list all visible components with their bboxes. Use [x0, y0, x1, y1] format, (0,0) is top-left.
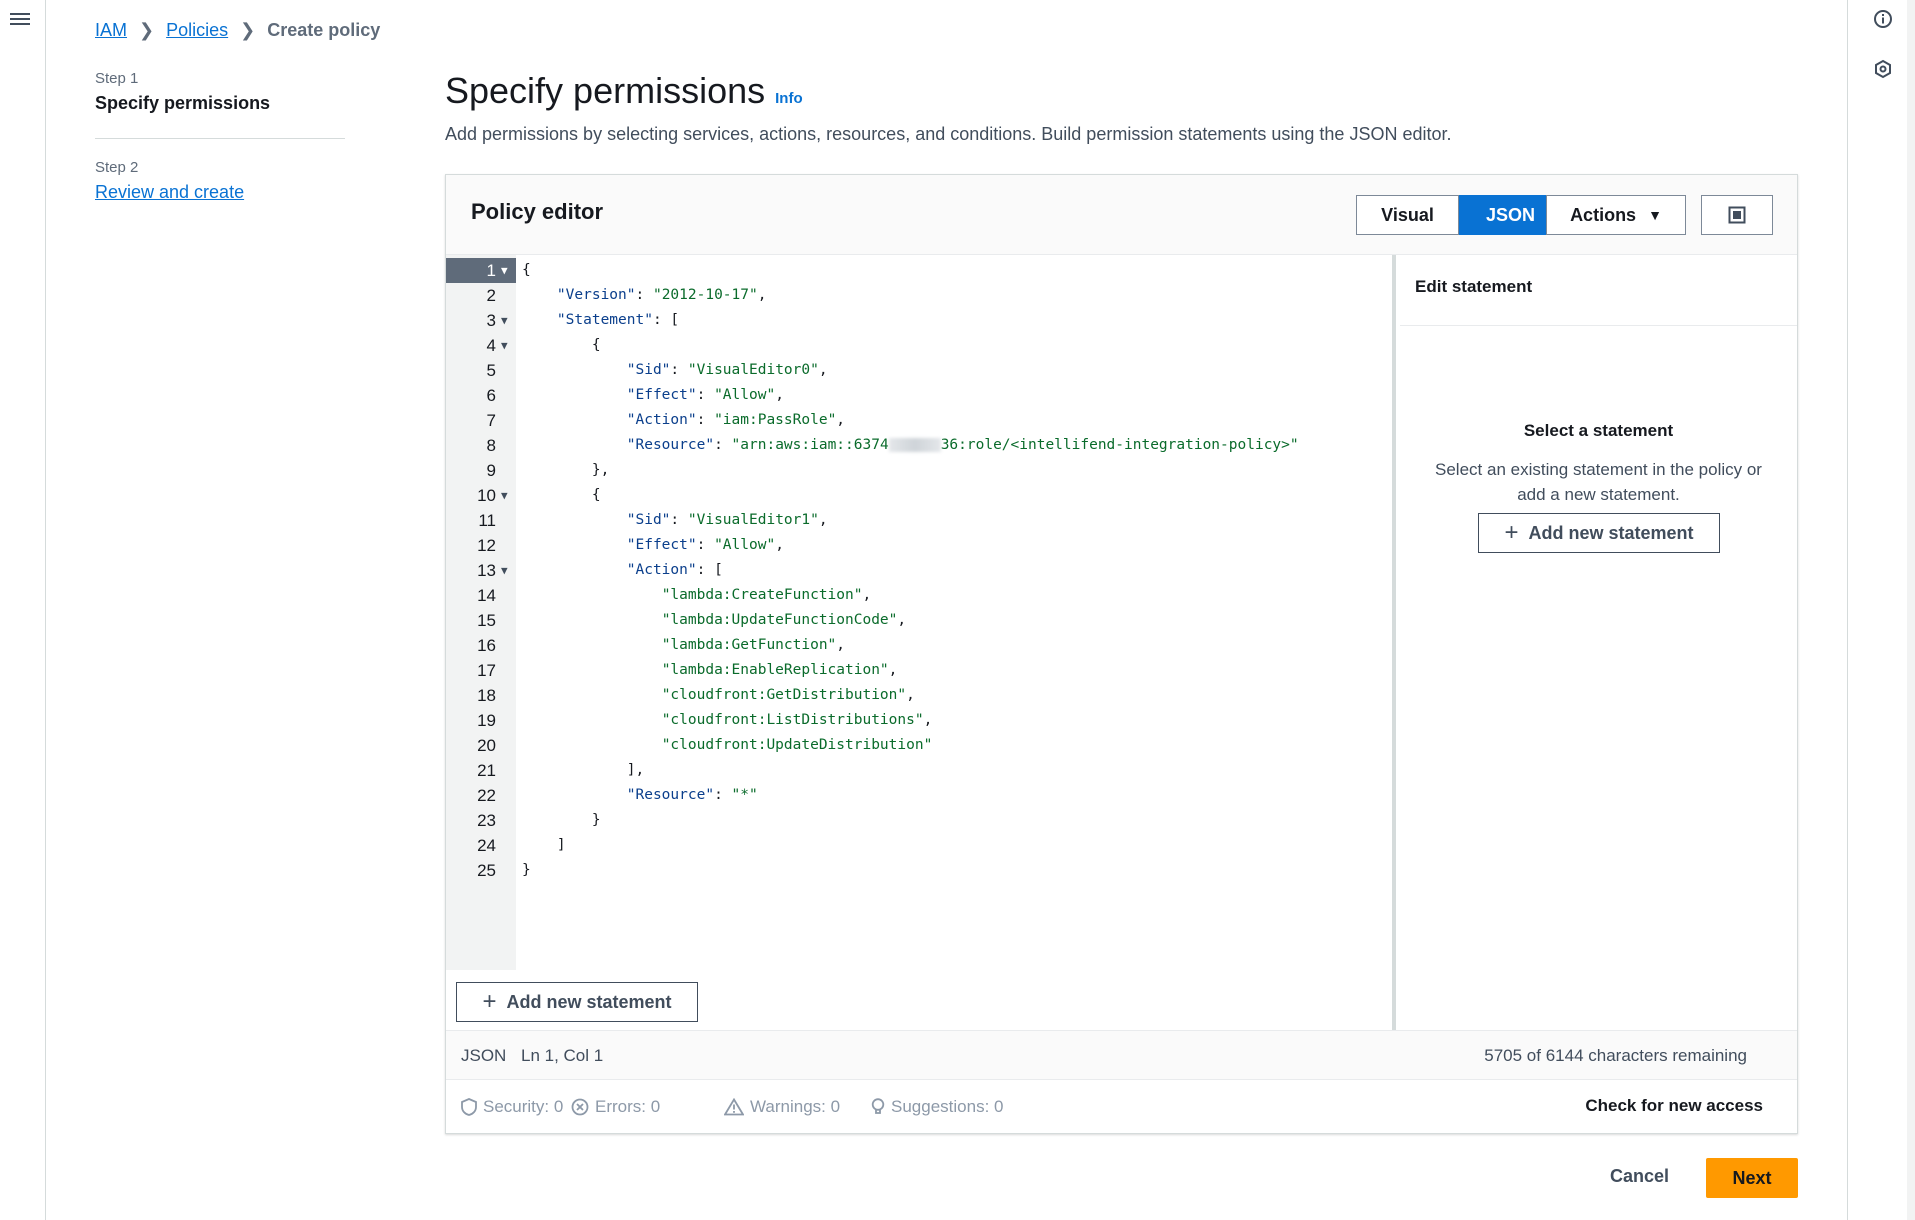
step-divider: [95, 138, 345, 139]
breadcrumb-iam-link[interactable]: IAM: [95, 20, 127, 41]
characters-remaining: 5705 of 6144 characters remaining: [1484, 1046, 1747, 1065]
code-line-7: 7 "Action": "iam:PassRole",: [486, 411, 846, 430]
code-line-24: 24 ]: [477, 836, 566, 855]
code-line-20: 20 "cloudfront:UpdateDistribution": [477, 736, 933, 755]
code-line-22: 22 "Resource": "*": [477, 786, 758, 805]
code-line-4: 4 ▼ {: [446, 333, 1392, 358]
code-line-13: 13 ▼ "Action": [: [446, 558, 1392, 583]
breadcrumb-current: Create policy: [267, 20, 381, 40]
visual-mode-button[interactable]: Visual: [1356, 195, 1459, 235]
edit-statement-panel: Edit statement Select a statement Select…: [1400, 255, 1797, 1030]
step-2-label: Step 2: [95, 159, 139, 176]
step-1-label: Step 1: [95, 70, 139, 87]
split-panel-icon: [1728, 206, 1746, 224]
edit-statement-title: Edit statement: [1415, 277, 1533, 296]
lightbulb-icon: [871, 1098, 885, 1114]
actions-dropdown-button[interactable]: Actions ▼: [1546, 195, 1686, 235]
menu-icon[interactable]: [10, 10, 30, 30]
fold-arrow-icon[interactable]: ▼: [501, 483, 508, 508]
step-1-title: Specify permissions: [95, 93, 271, 113]
chevron-right-icon: ❯: [240, 20, 256, 40]
page-title-text: Specify permissions: [445, 70, 766, 111]
code-line-11: 11 "Sid": "VisualEditor1",: [478, 511, 828, 530]
hexagon-feedback-icon[interactable]: [1872, 58, 1894, 80]
add-new-statement-button[interactable]: + Add new statement: [456, 982, 698, 1022]
editor-status-bar: JSON Ln 1, Col 1 5705 of 6144 characters…: [446, 1030, 1797, 1080]
panel-divider: [1400, 325, 1797, 326]
next-button[interactable]: Next: [1706, 1158, 1798, 1198]
panel-add-new-statement-label: Add new statement: [1528, 522, 1694, 543]
fold-arrow-icon[interactable]: ▼: [501, 333, 508, 358]
code-line-6: 6 "Effect": "Allow",: [486, 386, 784, 405]
code-line-17: 17 "lambda:EnableReplication",: [477, 661, 898, 680]
empty-state-description: Select an existing statement in the poli…: [1435, 460, 1762, 504]
panel-add-new-statement-button[interactable]: + Add new statement: [1478, 513, 1720, 553]
fold-arrow-icon[interactable]: ▼: [501, 258, 508, 283]
policy-editor-card: Policy editor Visual JSON Actions ▼ 1 ▼ {…: [445, 174, 1798, 1134]
code-line-12: 12 "Effect": "Allow",: [477, 536, 784, 555]
errors-findings[interactable]: Errors: 0: [571, 1097, 660, 1117]
info-icon[interactable]: [1872, 8, 1894, 30]
wizard-steps: Step 1 Specify permissions Step 2 Review…: [95, 70, 345, 203]
warnings-findings[interactable]: Warnings: 0: [724, 1097, 840, 1117]
right-tools-rail: [1847, 0, 1915, 1220]
warning-triangle-icon: [724, 1098, 744, 1116]
page-description: Add permissions by selecting services, a…: [445, 124, 1452, 144]
cancel-button[interactable]: Cancel: [1598, 1160, 1681, 1193]
fold-arrow-icon[interactable]: ▼: [501, 558, 508, 583]
policy-validation-bar: Security: 0 Errors: 0 Warnings: 0 Sugges…: [446, 1080, 1797, 1134]
suggestions-findings[interactable]: Suggestions: 0: [871, 1097, 1003, 1117]
error-x-circle-icon: [571, 1098, 589, 1116]
json-code-editor[interactable]: 1 ▼ { 2 "Version": "2012-10-17", 3 ▼ "Stat…: [446, 255, 1396, 1030]
code-line-5: 5 "Sid": "VisualEditor0",: [486, 361, 828, 380]
policy-editor-title: Policy editor: [471, 199, 604, 224]
code-line-1: 1 ▼ {: [446, 258, 1392, 283]
plus-icon: +: [1504, 519, 1519, 546]
code-line-10: 10 ▼ {: [446, 483, 1392, 508]
check-for-new-access-button[interactable]: Check for new access: [1585, 1096, 1763, 1116]
plus-icon: +: [482, 988, 497, 1015]
info-link[interactable]: Info: [775, 90, 803, 107]
breadcrumb-policies-link[interactable]: Policies: [166, 20, 228, 41]
code-line-2: 2 "Version": "2012-10-17",: [486, 286, 767, 305]
breadcrumb: IAM ❯ Policies ❯ Create policy: [95, 20, 380, 41]
redacted-account-id: [888, 438, 941, 452]
left-nav-rail: [0, 0, 46, 1220]
page-scrollbar[interactable]: [1907, 0, 1915, 1220]
security-findings[interactable]: Security: 0: [461, 1097, 563, 1117]
step-2-link[interactable]: Review and create: [95, 182, 244, 203]
code-line-3: 3 ▼ "Statement": [: [446, 308, 1392, 333]
cursor-position: Ln 1, Col 1: [521, 1046, 604, 1065]
fold-arrow-icon[interactable]: ▼: [501, 308, 508, 333]
code-line-23: 23 }: [477, 811, 601, 830]
code-line-15: 15 "lambda:UpdateFunctionCode",: [477, 611, 907, 630]
code-line-8: 8 "Resource": "arn:aws:iam::6374 36:role/…: [486, 436, 1299, 455]
code-line-16: 16 "lambda:GetFunction",: [477, 636, 846, 655]
shield-icon: [461, 1098, 477, 1116]
page-title: Specify permissions Info: [445, 70, 803, 112]
actions-label: Actions: [1570, 204, 1637, 225]
status-mode: JSON: [461, 1046, 507, 1065]
code-line-18: 18 "cloudfront:GetDistribution",: [477, 686, 915, 705]
editor-mode-toggle: Visual JSON: [1356, 195, 1562, 235]
code-line-19: 19 "cloudfront:ListDistributions",: [477, 711, 933, 730]
chevron-right-icon: ❯: [139, 20, 155, 40]
code-line-14: 14 "lambda:CreateFunction",: [477, 586, 872, 605]
policy-editor-header: Policy editor Visual JSON Actions ▼: [446, 175, 1797, 255]
code-line-9: 9 },: [486, 461, 610, 480]
caret-down-icon: ▼: [1648, 207, 1662, 223]
add-new-statement-label: Add new statement: [506, 991, 672, 1012]
code-line-25: 25 }: [477, 861, 531, 880]
split-view-button[interactable]: [1701, 195, 1773, 235]
empty-state-title: Select a statement: [1523, 421, 1674, 440]
code-line-21: 21 ],: [477, 761, 645, 780]
